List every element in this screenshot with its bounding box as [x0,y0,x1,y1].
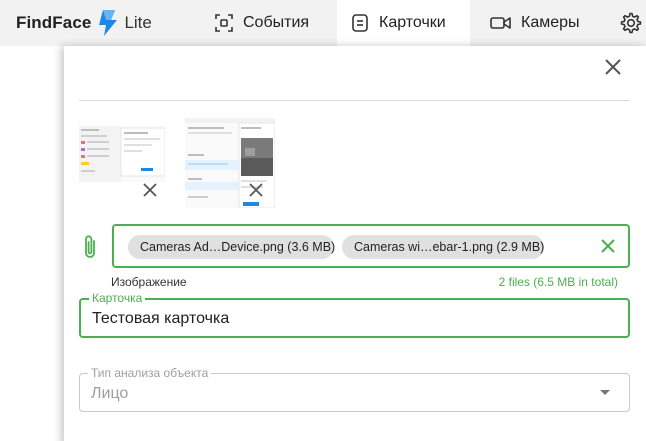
clear-files-icon[interactable] [599,237,617,255]
tab-cards[interactable]: Карточки [337,0,470,46]
file-upload-field[interactable]: Cameras Ad…Device.png (3.6 MB) Cameras w… [112,224,630,268]
tab-events[interactable]: События [208,0,336,46]
analysis-type-label: Тип анализа объекта [88,366,212,380]
close-icon[interactable] [602,56,624,78]
tab-events-label: События [243,14,310,31]
brand-name: FindFace [16,13,92,32]
remove-image-2-icon[interactable] [247,181,265,199]
face-scan-icon [215,14,233,32]
findface-logo-icon [99,10,118,36]
gear-icon[interactable] [619,11,643,35]
create-card-dialog: Cameras Ad…Device.png (3.6 MB) Cameras w… [64,46,646,441]
tab-cards-label: Карточки [379,14,446,31]
card-name-field[interactable]: Карточка Тестовая карточка [79,291,630,338]
file-field-label: Изображение [111,275,187,289]
card-icon [352,14,368,32]
app-logo[interactable]: FindFace Lite [16,8,152,38]
image-thumbnail [79,126,165,182]
file-chip[interactable]: Cameras wi…ebar-1.png (2.9 MB) [342,235,544,259]
video-camera-icon [490,17,511,29]
remove-image-1-icon[interactable] [141,181,159,199]
top-navigation-bar: FindFace Lite События Карточки Камеры [0,0,646,46]
file-count-summary: 2 files (6.5 MB in total) [498,275,618,289]
caret-down-icon[interactable] [599,389,611,397]
paperclip-icon[interactable] [81,234,101,260]
tab-cameras[interactable]: Камеры [484,0,594,46]
edition-label: Lite [124,13,152,32]
analysis-type-value: Лицо [91,385,129,402]
card-name-value[interactable]: Тестовая карточка [92,310,229,328]
header-divider [79,100,630,101]
card-name-label: Карточка [89,291,146,305]
tab-cameras-label: Камеры [521,14,580,31]
analysis-type-select[interactable]: Тип анализа объекта Лицо [79,366,630,412]
file-chip[interactable]: Cameras Ad…Device.png (3.6 MB) [128,235,335,259]
